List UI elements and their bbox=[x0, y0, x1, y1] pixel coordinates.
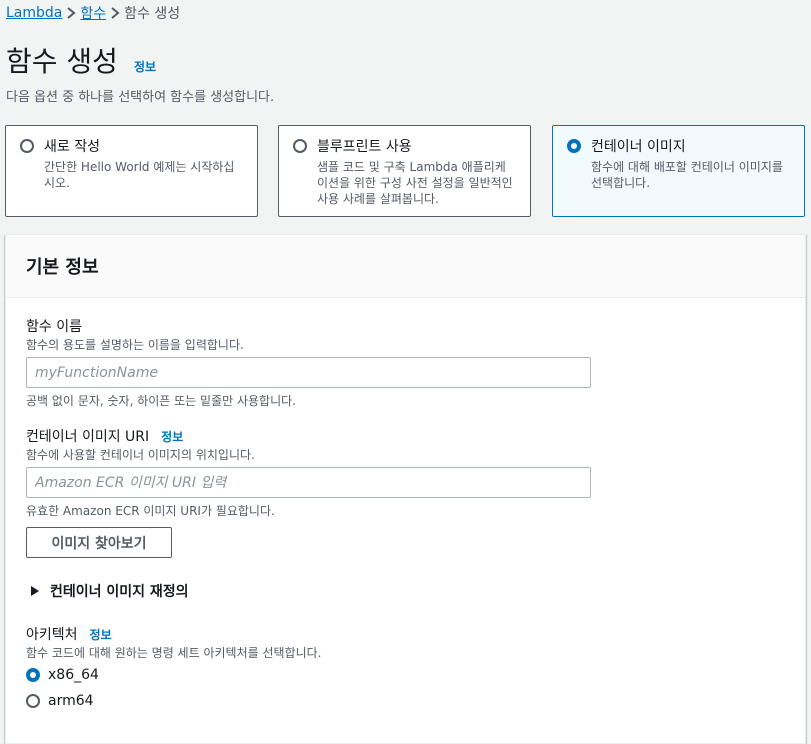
image-uri-label: 컨테이너 이미지 URI 정보 bbox=[26, 426, 183, 446]
radio-x86_64[interactable] bbox=[26, 668, 40, 682]
breadcrumb-lambda[interactable]: Lambda bbox=[6, 5, 62, 21]
architecture-option-label: x86_64 bbox=[48, 667, 99, 683]
architecture-option-label: arm64 bbox=[48, 693, 94, 709]
option-label: 새로 작성 bbox=[44, 139, 100, 155]
image-uri-description: 함수에 사용할 컨테이너 이미지의 위치입니다. bbox=[26, 448, 255, 462]
chevron-right-icon bbox=[62, 7, 80, 19]
architecture-description: 함수 코드에 대해 원하는 명령 세트 아키텍처를 선택합니다. bbox=[26, 646, 322, 660]
architecture-option-arm64[interactable]: arm64 bbox=[26, 693, 94, 709]
image-uri-input[interactable] bbox=[26, 467, 591, 498]
option-author-from-scratch[interactable]: 새로 작성 간단한 Hello World 예제는 시작하십시오. bbox=[5, 125, 258, 217]
expander-label: 컨테이너 이미지 재정의 bbox=[50, 584, 189, 600]
radio-arm64[interactable] bbox=[26, 694, 40, 708]
page-info-link[interactable]: 정보 bbox=[134, 58, 156, 75]
breadcrumb-current: 함수 생성 bbox=[124, 6, 181, 22]
function-name-constraint: 공백 없이 문자, 숫자, 하이픈 또는 밑줄만 사용합니다. bbox=[26, 394, 296, 408]
radio-use-blueprint[interactable] bbox=[293, 139, 307, 153]
option-label: 컨테이너 이미지 bbox=[591, 139, 686, 155]
architecture-option-x86_64[interactable]: x86_64 bbox=[26, 667, 99, 683]
image-uri-constraint: 유효한 Amazon ECR 이미지 URI가 필요합니다. bbox=[26, 504, 275, 518]
browse-images-button[interactable]: 이미지 찾아보기 bbox=[26, 527, 172, 558]
page-subtitle: 다음 옵션 중 하나를 선택하여 함수를 생성합니다. bbox=[6, 90, 275, 105]
image-uri-label-text: 컨테이너 이미지 URI bbox=[26, 429, 150, 445]
page-title: 함수 생성 정보 bbox=[6, 40, 156, 80]
breadcrumb-functions[interactable]: 함수 bbox=[80, 3, 106, 23]
option-description: 샘플 코드 및 구축 Lambda 애플리케이션을 위한 구성 사전 설정을 일… bbox=[317, 160, 513, 206]
radio-container-image[interactable] bbox=[567, 139, 581, 153]
panel-heading: 기본 정보 bbox=[6, 235, 805, 298]
page-title-text: 함수 생성 bbox=[6, 45, 118, 78]
architecture-label: 아키텍처 정보 bbox=[26, 624, 112, 644]
function-name-description: 함수의 용도를 설명하는 이름을 입력합니다. bbox=[26, 338, 244, 352]
radio-author-from-scratch[interactable] bbox=[20, 139, 34, 153]
architecture-info-link[interactable]: 정보 bbox=[90, 626, 112, 643]
function-name-label: 함수 이름 bbox=[26, 316, 82, 336]
image-uri-info-link[interactable]: 정보 bbox=[161, 428, 183, 445]
chevron-right-icon bbox=[106, 7, 124, 19]
breadcrumb: Lambda 함수 함수 생성 bbox=[6, 3, 180, 23]
container-image-override-expander[interactable]: 컨테이너 이미지 재정의 bbox=[30, 581, 189, 601]
function-name-label-text: 함수 이름 bbox=[26, 319, 82, 335]
caret-right-icon bbox=[31, 586, 39, 596]
architecture-label-text: 아키텍처 bbox=[26, 627, 78, 643]
function-name-input[interactable] bbox=[26, 357, 591, 388]
option-description: 간단한 Hello World 예제는 시작하십시오. bbox=[44, 160, 235, 190]
option-label: 블루프린트 사용 bbox=[317, 139, 412, 155]
option-description: 함수에 대해 배포할 컨테이너 이미지를 선택합니다. bbox=[591, 160, 783, 190]
option-use-blueprint[interactable]: 블루프린트 사용 샘플 코드 및 구축 Lambda 애플리케이션을 위한 구성… bbox=[278, 125, 531, 217]
option-container-image[interactable]: 컨테이너 이미지 함수에 대해 배포할 컨테이너 이미지를 선택합니다. bbox=[552, 125, 805, 217]
basic-info-panel: 기본 정보 함수 이름 함수의 용도를 설명하는 이름을 입력합니다. 공백 없… bbox=[5, 234, 806, 744]
